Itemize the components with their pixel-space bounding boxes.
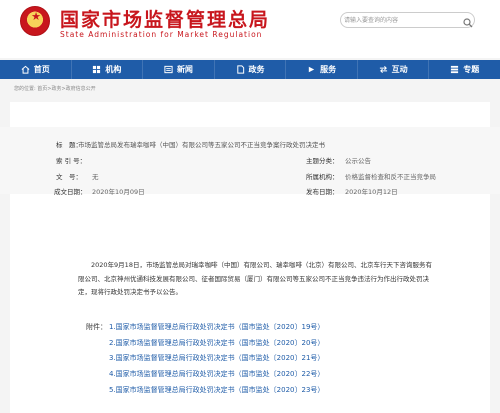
nav-label: 专题 [463, 65, 480, 74]
search-button[interactable] [463, 13, 475, 28]
search-input[interactable] [344, 13, 462, 27]
nav-label: 政务 [248, 65, 265, 74]
nav-item-service[interactable]: 服务 [286, 60, 358, 79]
nav-label: 机构 [105, 65, 122, 74]
site-header: 国家市场监督管理总局 State Administration for Mark… [0, 0, 500, 58]
meta-docno-value: 无 [92, 173, 99, 181]
meta-dept-label: 所属机构： [306, 173, 339, 181]
news-icon [164, 65, 173, 74]
nav-item-home[interactable]: 首页 [0, 60, 72, 79]
attachment-link[interactable]: 4.国家市场监督管理总局行政处罚决定书（国市监处〔2020〕22号） [109, 369, 324, 379]
nav-label: 新闻 [176, 65, 193, 74]
meta-published-value: 2020年10月12日 [345, 188, 398, 196]
attachment-link[interactable]: 1.国家市场监督管理总局行政处罚决定书（国市监处〔2020〕19号） [109, 322, 324, 332]
national-emblem-logo [20, 6, 51, 36]
nav-item-interaction[interactable]: 互动 [358, 60, 430, 79]
nav-item-affairs[interactable]: 政务 [215, 60, 287, 79]
building-icon [92, 65, 101, 74]
service-icon [307, 65, 316, 74]
nav-label: 服务 [320, 65, 337, 74]
nav-label: 互动 [391, 65, 408, 74]
nav-label: 首页 [33, 65, 50, 74]
breadcrumb: 您的位置: 首页>政务>政府信息公开 [14, 86, 96, 92]
document-icon [236, 65, 245, 74]
site-title[interactable]: 国家市场监督管理总局 [60, 5, 270, 32]
site-title-english: State Administration for Market Regulati… [60, 30, 263, 39]
attachments-label: 附件： [86, 323, 107, 331]
home-icon [21, 65, 30, 74]
main-nav: 首页 机构 新闻 政务 服务 互动 专题 [0, 60, 500, 79]
interaction-icon [379, 65, 388, 74]
article-body: 2020年9月18日，市场监管总局对瑞幸咖啡（中国）有限公司、瑞幸咖啡（北京）有… [78, 261, 432, 296]
meta-dept-value: 价格监督检查和反不正当竞争局 [345, 173, 436, 181]
nav-item-organization[interactable]: 机构 [72, 60, 144, 79]
meta-created-label: 成文日期： [54, 188, 87, 196]
search-icon [463, 18, 473, 28]
attachment-link[interactable]: 2.国家市场监督管理总局行政处罚决定书（国市监处〔2020〕20号） [109, 338, 324, 348]
attachment-link[interactable]: 5.国家市场监督管理总局行政处罚决定书（国市监处〔2020〕23号） [109, 385, 324, 395]
nav-item-news[interactable]: 新闻 [143, 60, 215, 79]
topic-icon [450, 65, 459, 74]
meta-index-label: 索 引 号： [56, 157, 87, 165]
attachment-link[interactable]: 3.国家市场监督管理总局行政处罚决定书（国市监处〔2020〕21号） [109, 353, 324, 363]
meta-docno-label: 文 号： [56, 173, 82, 181]
meta-category-label: 主题分类： [306, 157, 339, 165]
meta-title-value: 市场监管总局发布瑞幸咖啡（中国）有限公司等五家公司不正当竞争案行政处罚决定书 [78, 141, 325, 149]
meta-published-label: 发布日期： [306, 188, 339, 196]
nav-item-topics[interactable]: 专题 [429, 60, 500, 79]
meta-category-value: 公示公告 [345, 157, 371, 165]
meta-created-value: 2020年10月09日 [92, 188, 145, 196]
